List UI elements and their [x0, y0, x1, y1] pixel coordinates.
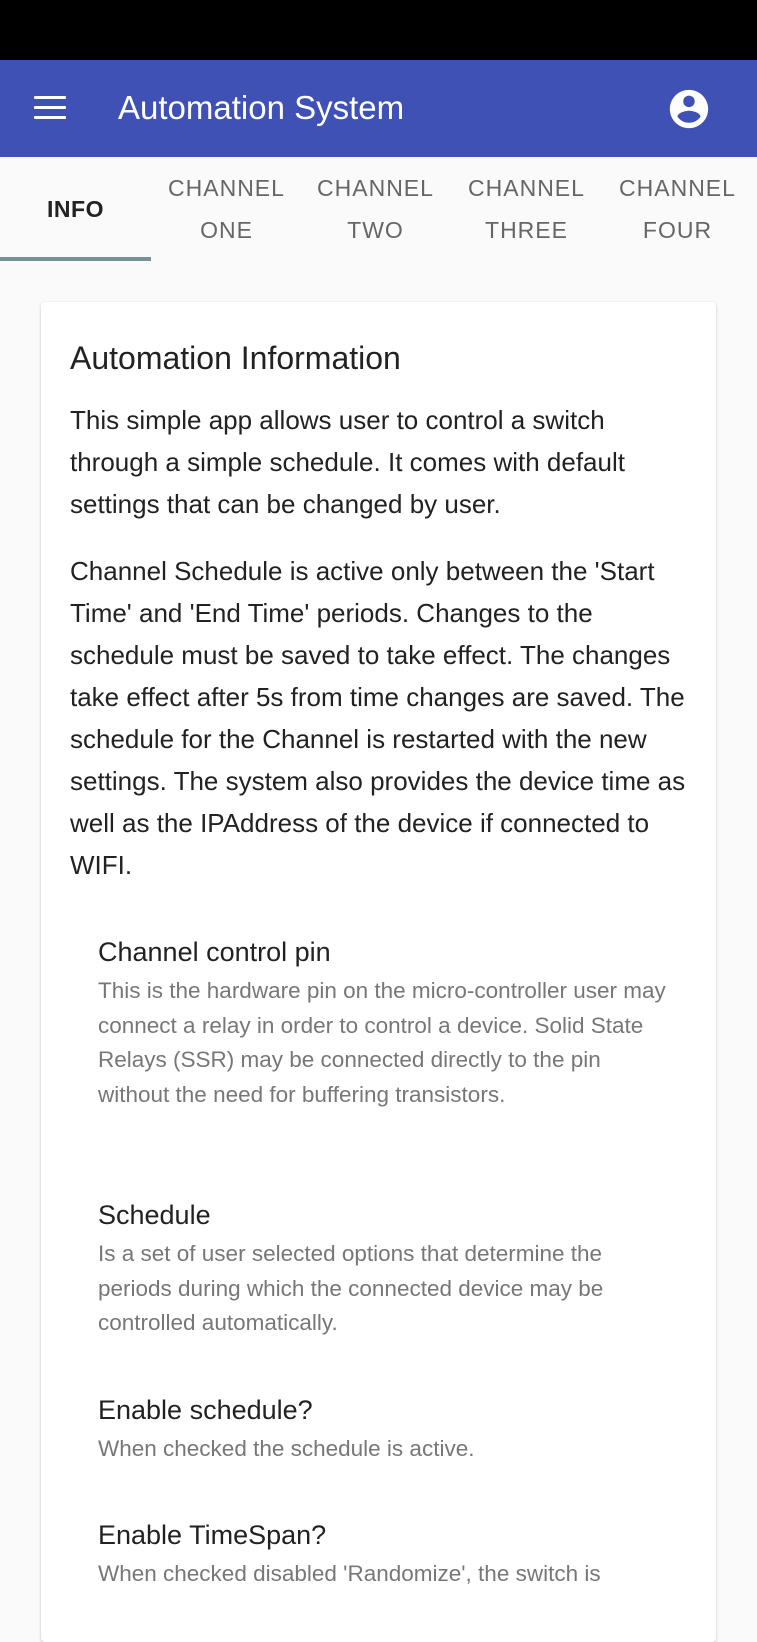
card-title: Automation Information: [70, 340, 401, 376]
item-description: When checked the schedule is active.: [98, 1436, 475, 1461]
item-title: Channel control pin: [98, 937, 331, 967]
item-description: Is a set of user selected options that d…: [98, 1241, 604, 1335]
schedule-paragraph: Channel Schedule is active only between …: [70, 556, 686, 880]
list-item: Enable TimeSpan? When checked disabled '…: [98, 1515, 678, 1592]
tab-channel-three[interactable]: CHANNEL THREE: [451, 157, 602, 261]
tab-info[interactable]: INFO: [0, 157, 151, 261]
tab-label: CHANNEL THREE: [468, 175, 585, 243]
list-item: Enable schedule? When checked the schedu…: [98, 1390, 678, 1467]
item-description: When checked disabled 'Randomize', the s…: [98, 1561, 601, 1586]
status-bar: [0, 0, 757, 60]
tab-channel-two[interactable]: CHANNEL TWO: [300, 157, 451, 261]
app-title: Automation System: [118, 89, 405, 126]
list-item: Channel control pin This is the hardware…: [98, 932, 678, 1112]
tab-label: CHANNEL ONE: [168, 175, 285, 243]
tab-indicator: [0, 257, 151, 261]
list-item: Schedule Is a set of user selected optio…: [98, 1195, 678, 1341]
tab-label: CHANNEL TWO: [317, 175, 434, 243]
tab-bar: INFO CHANNEL ONE CHANNEL TWO CHANNEL THR…: [0, 157, 757, 261]
intro-paragraph: This simple app allows user to control a…: [70, 405, 625, 519]
item-title: Schedule: [98, 1200, 211, 1230]
info-card: Automation Information This simple app a…: [41, 302, 716, 1642]
account-circle-icon: [669, 89, 709, 129]
tab-label: INFO: [47, 196, 104, 222]
item-description: This is the hardware pin on the micro-co…: [98, 978, 666, 1107]
item-title: Enable schedule?: [98, 1395, 313, 1425]
tab-channel-one[interactable]: CHANNEL ONE: [151, 157, 302, 261]
tab-label: CHANNEL FOUR: [619, 175, 736, 243]
app-bar: Automation System: [0, 60, 757, 157]
menu-button[interactable]: [20, 88, 76, 128]
tab-channel-four[interactable]: CHANNEL FOUR: [602, 157, 753, 261]
account-button[interactable]: [666, 86, 712, 132]
item-title: Enable TimeSpan?: [98, 1520, 327, 1550]
